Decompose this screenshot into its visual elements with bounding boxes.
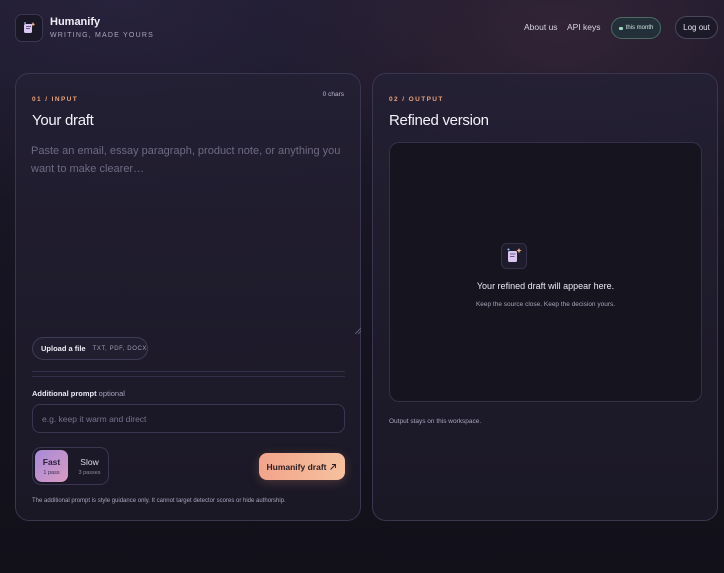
input-panel: 01 / INPUT 0 chars Your draft Upload a f…: [15, 73, 361, 521]
usage-pill[interactable]: this month: [611, 17, 661, 39]
brand-logo[interactable]: [15, 14, 43, 42]
mode-detail: 1 pass: [43, 469, 60, 476]
mode-slow-button[interactable]: Slow 3 passes: [73, 450, 106, 482]
resize-handle-icon[interactable]: [355, 328, 361, 334]
divider: [32, 371, 345, 372]
output-eyebrow: 02 / OUTPUT: [389, 96, 444, 103]
input-eyebrow: 01 / INPUT: [32, 96, 79, 103]
output-panel: 02 / OUTPUT Refined version Your refined…: [372, 73, 718, 521]
draft-textarea[interactable]: [31, 142, 347, 336]
upload-file-button[interactable]: Upload a file TXT, PDF, DOCX: [32, 337, 148, 360]
output-footer: Output stays on this workspace.: [389, 418, 482, 425]
arrow-up-right-icon: [330, 463, 337, 470]
input-title: Your draft: [32, 112, 94, 129]
empty-state-subtitle: Keep the source close. Keep the decision…: [475, 301, 616, 308]
usage-label: this month: [625, 25, 654, 31]
humanify-draft-button[interactable]: Humanify draft: [259, 453, 345, 480]
additional-prompt-title: Additional prompt: [32, 389, 97, 398]
sparkle-doc-icon: [501, 243, 527, 269]
disclaimer-text: The additional prompt is style guidance …: [32, 498, 286, 504]
usage-indicator-icon: [618, 26, 623, 30]
brand-tagline: WRITING, MADE YOURS: [50, 32, 154, 39]
divider: [32, 376, 345, 377]
humanify-label: Humanify draft: [266, 461, 327, 472]
mode-toggle: Fast 1 pass Slow 3 passes: [32, 447, 109, 485]
upload-formats: TXT, PDF, DOCX: [92, 345, 147, 352]
nav-api-keys[interactable]: API keys: [567, 22, 601, 32]
additional-prompt-label: Additional prompt optional: [32, 389, 125, 398]
sparkle-doc-icon: [24, 22, 36, 33]
mode-fast-button[interactable]: Fast 1 pass: [35, 450, 68, 482]
mode-name: Slow: [80, 456, 99, 467]
mode-detail: 3 passes: [78, 469, 101, 476]
optional-hint: optional: [98, 389, 125, 398]
mode-name: Fast: [42, 456, 61, 467]
upload-label: Upload a file: [41, 344, 86, 353]
nav-about-us[interactable]: About us: [524, 22, 558, 32]
output-area[interactable]: Your refined draft will appear here. Kee…: [389, 142, 702, 402]
char-count: 0 chars: [322, 91, 344, 98]
logout-button[interactable]: Log out: [675, 16, 718, 39]
output-title: Refined version: [389, 112, 489, 129]
brand-name: Humanify: [50, 16, 101, 28]
empty-state-title: Your refined draft will appear here.: [476, 281, 615, 291]
additional-prompt-input[interactable]: [32, 404, 345, 433]
